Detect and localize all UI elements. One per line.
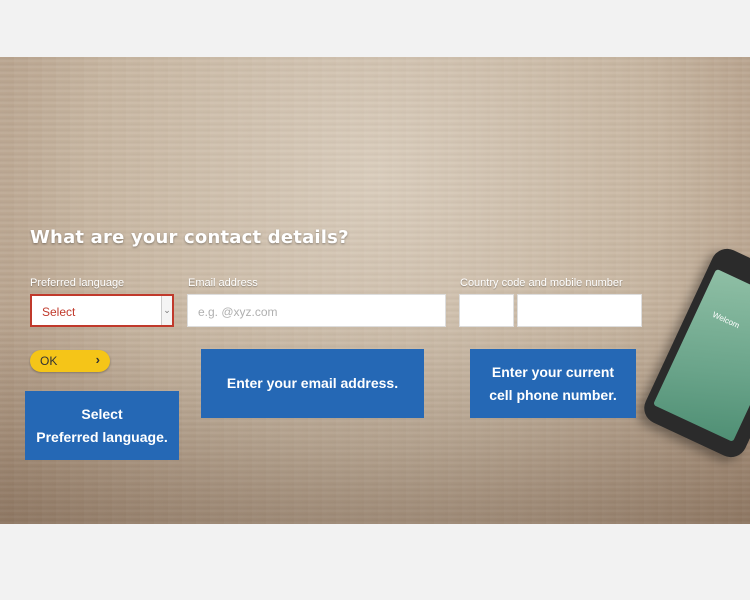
phone-tooltip: Enter your current cell phone number. <box>470 349 636 418</box>
country-code-field[interactable] <box>459 294 514 327</box>
email-tooltip: Enter your email address. <box>201 349 424 418</box>
language-tooltip-line-2: Preferred language. <box>36 428 168 445</box>
language-select-value: Select <box>42 305 76 319</box>
ok-button[interactable]: OK › <box>30 350 110 372</box>
language-select[interactable]: Select ⌄ <box>30 294 174 327</box>
ok-button-label: OK <box>40 354 58 368</box>
chevron-right-icon: › <box>95 352 100 367</box>
email-label: Email address <box>188 277 258 289</box>
phone-tooltip-line-1: Enter your current <box>491 363 615 380</box>
email-placeholder: e.g. @xyz.com <box>198 305 278 319</box>
page-title: What are your contact details? <box>30 227 349 248</box>
language-label: Preferred language <box>30 277 125 289</box>
chevron-down-icon[interactable]: ⌄ <box>161 296 172 325</box>
email-tooltip-text: Enter your email address. <box>226 375 399 391</box>
mobile-number-field[interactable] <box>517 294 642 327</box>
phone-label: Country code and mobile number <box>460 277 623 289</box>
language-tooltip-line-1: Select <box>81 405 123 422</box>
email-field[interactable]: e.g. @xyz.com <box>187 294 446 327</box>
phone-tooltip-line-2: cell phone number. <box>489 386 617 403</box>
phone-screen-text: Welcom <box>711 309 741 331</box>
language-tooltip: Select Preferred language. <box>25 391 179 460</box>
